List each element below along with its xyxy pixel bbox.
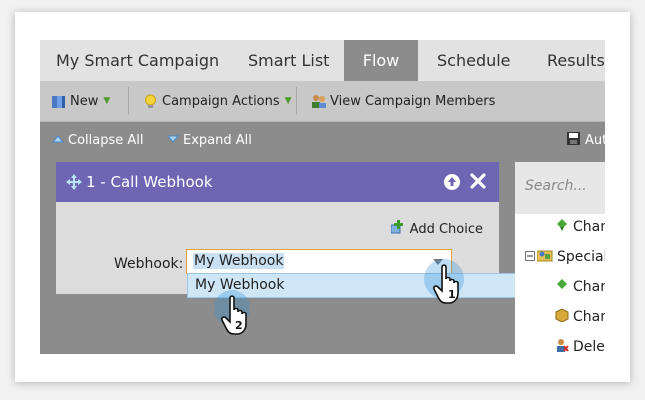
callout-number: 2 xyxy=(235,319,243,332)
members-icon xyxy=(310,93,327,110)
add-choice-icon xyxy=(390,220,407,238)
auto-save-button[interactable]: Aut xyxy=(566,122,605,158)
save-disk-icon xyxy=(566,131,581,150)
pointer-cursor-icon-1: 1 xyxy=(422,255,472,314)
pointer-cursor-icon-2: 2 xyxy=(210,288,260,347)
add-choice-button[interactable]: Add Choice xyxy=(390,220,483,238)
move-up-icon[interactable] xyxy=(444,174,460,194)
panel-item[interactable]: Chan xyxy=(555,308,605,326)
divider xyxy=(296,87,297,115)
panel-item-label: Chan xyxy=(573,309,605,325)
flow-step-header[interactable]: 1 - Call Webhook xyxy=(56,162,499,202)
collapse-tree-icon[interactable] xyxy=(525,249,535,265)
new-book-icon xyxy=(50,93,67,110)
webhook-select[interactable]: My Webhook xyxy=(186,249,452,274)
flow-actions-panel: Search... Chan Special Chan Chan Dele xyxy=(515,162,605,354)
collapse-all-button[interactable]: Collapse All xyxy=(51,122,144,158)
toolbar: New ▼ Campaign Actions ▼ View Campaign M… xyxy=(40,81,605,122)
app-window: My Smart Campaign Smart List Flow Schedu… xyxy=(40,40,605,354)
search-input[interactable]: Search... xyxy=(515,162,605,214)
expand-arrow-icon xyxy=(166,133,180,148)
tab-my-smart-campaign[interactable]: My Smart Campaign xyxy=(56,40,219,81)
panel-item[interactable]: Chan xyxy=(555,218,605,236)
panel-item-label: Chan xyxy=(573,279,605,295)
new-label: New xyxy=(70,93,99,109)
panel-item-label: Special xyxy=(557,249,605,265)
view-campaign-members-label: View Campaign Members xyxy=(330,93,496,109)
expand-all-button[interactable]: Expand All xyxy=(166,122,252,158)
tab-schedule[interactable]: Schedule xyxy=(437,40,511,81)
campaign-actions-label: Campaign Actions xyxy=(162,93,280,109)
panel-item-label: Delet xyxy=(573,339,605,354)
panel-item[interactable]: Chan xyxy=(555,278,605,296)
webhook-selected-value: My Webhook xyxy=(193,253,285,269)
expand-all-label: Expand All xyxy=(183,132,252,148)
close-icon[interactable] xyxy=(470,173,486,193)
flow-step-title: 1 - Call Webhook xyxy=(86,173,213,191)
delete-person-icon xyxy=(555,338,569,354)
collapse-all-label: Collapse All xyxy=(68,132,144,148)
tab-smart-list[interactable]: Smart List xyxy=(248,40,329,81)
tab-results[interactable]: Results xyxy=(547,40,605,81)
collapse-arrow-icon xyxy=(51,133,65,148)
panel-item[interactable]: Delet xyxy=(555,338,605,354)
dropdown-arrow-icon: ▼ xyxy=(284,96,292,106)
flow-subtoolbar: Collapse All Expand All Aut xyxy=(40,122,605,158)
view-campaign-members-button[interactable]: View Campaign Members xyxy=(310,81,495,121)
divider xyxy=(128,87,129,115)
new-button[interactable]: New ▼ xyxy=(50,81,110,121)
callout-number: 1 xyxy=(448,288,456,301)
campaign-actions-button[interactable]: Campaign Actions ▼ xyxy=(142,81,292,121)
tab-bar: My Smart Campaign Smart List Flow Schedu… xyxy=(40,40,605,81)
panel-folder-item[interactable]: Special xyxy=(525,248,605,266)
dropdown-arrow-icon: ▼ xyxy=(103,96,111,106)
lightbulb-icon xyxy=(142,93,159,110)
auto-save-label: Aut xyxy=(585,132,605,148)
move-handle-icon[interactable] xyxy=(66,174,82,194)
add-choice-label: Add Choice xyxy=(409,221,483,237)
change-icon xyxy=(555,278,569,296)
special-folder-icon xyxy=(536,248,553,266)
search-placeholder: Search... xyxy=(525,178,587,194)
change-icon xyxy=(555,218,569,236)
panel-item-label: Chan xyxy=(573,219,605,235)
box-icon xyxy=(555,308,569,326)
webhook-label: Webhook: xyxy=(114,256,184,272)
tab-flow[interactable]: Flow xyxy=(344,40,418,81)
